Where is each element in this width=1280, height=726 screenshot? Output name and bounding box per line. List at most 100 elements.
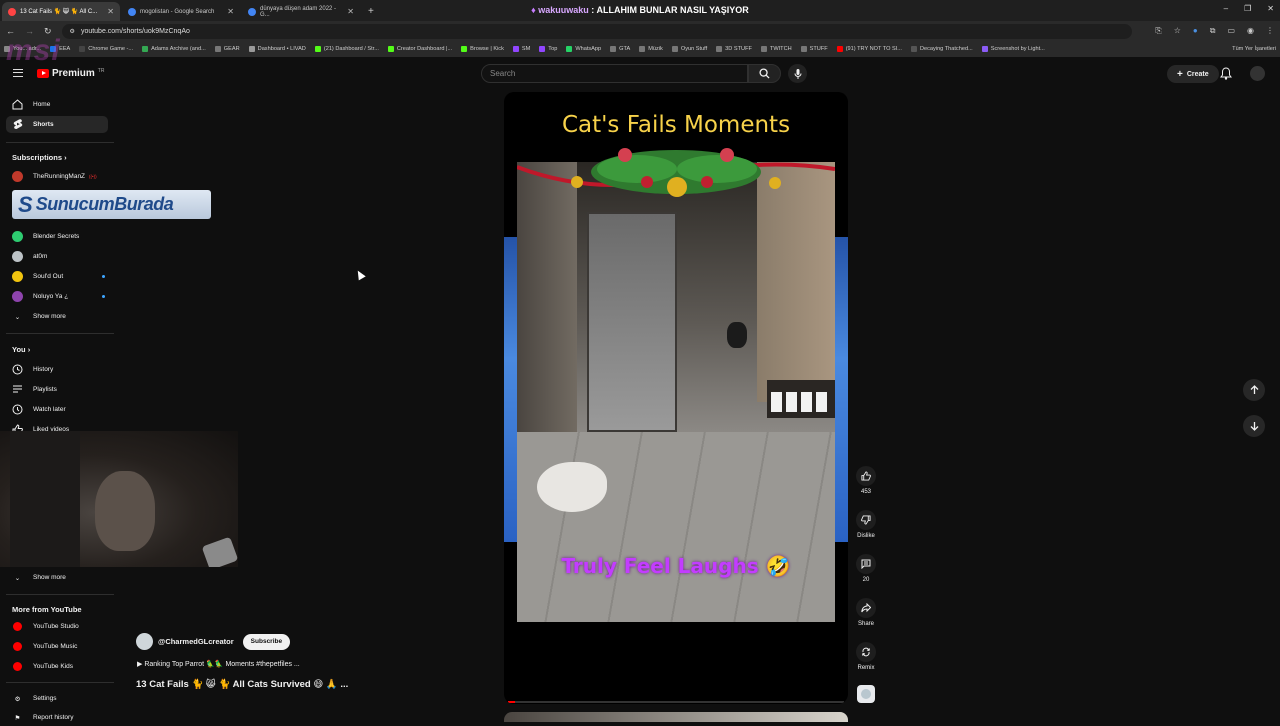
shorts-video-player[interactable]: Cat's Fails Moments Truly Feel Laughs 🤣 — [504, 92, 848, 704]
voice-search-button[interactable] — [788, 64, 807, 83]
sidebar-item-subscription[interactable]: Soul'd Out — [6, 268, 108, 285]
new-tab-button[interactable]: + — [368, 2, 374, 21]
comments-button[interactable] — [856, 554, 876, 574]
channel-avatar[interactable] — [136, 633, 153, 650]
sidebar-item-subscription[interactable]: Noluyo Ya ¿ — [6, 288, 108, 305]
sidebar-item-youtube-kids[interactable]: YouTube Kids — [6, 658, 108, 675]
bookmark-item[interactable]: Oyun Stuff — [671, 46, 707, 52]
like-action[interactable]: 453 — [850, 466, 882, 495]
bookmark-item[interactable]: Browse | Kick — [461, 46, 504, 52]
sidebar-item-youtube-music[interactable]: YouTube Music — [6, 638, 108, 655]
sidebar-show-more[interactable]: ⌄ Show more — [6, 308, 108, 325]
comments-action[interactable]: 20 — [850, 554, 882, 583]
bookmark-item[interactable]: GTA — [610, 46, 630, 52]
search-input[interactable]: Search — [481, 64, 748, 83]
back-icon[interactable]: ← — [6, 26, 15, 36]
next-short-preview[interactable] — [504, 712, 848, 722]
video-progress-bar[interactable] — [508, 701, 844, 703]
all-bookmarks-button[interactable]: Tüm Yer İşaretleri — [1232, 46, 1276, 52]
sidebar-item-playlists[interactable]: Playlists — [6, 381, 108, 398]
dislike-action[interactable]: Dislike — [850, 510, 882, 539]
sidebar-item-report-history[interactable]: ⚑ Report history — [6, 709, 108, 726]
remix-button[interactable] — [856, 642, 876, 662]
url-field[interactable]: ⚙ youtube.com/shorts/uok9MzCnqAo — [61, 23, 1132, 39]
logo-text: Premium — [52, 68, 95, 79]
close-window-button[interactable]: ✕ — [1267, 4, 1274, 13]
sidebar-show-more[interactable]: ⌄ Show more — [6, 569, 108, 586]
menu-icon[interactable]: ⋮ — [1266, 26, 1274, 36]
bookmark-item[interactable]: (91) TRY NOT TO SI... — [836, 46, 902, 52]
maximize-button[interactable]: ❐ — [1244, 4, 1251, 13]
previous-short-button[interactable] — [1243, 379, 1265, 401]
tab-close-icon[interactable]: ✕ — [347, 7, 354, 16]
share-button[interactable] — [856, 598, 876, 618]
tab-close-icon[interactable]: ✕ — [107, 7, 114, 16]
reload-icon[interactable]: ↻ — [44, 26, 52, 37]
chevron-right-icon: › — [64, 153, 67, 162]
bookmark-item[interactable]: Chrome Game -... — [79, 46, 133, 52]
sound-thumbnail-button[interactable] — [857, 685, 875, 703]
bookmark-star-icon[interactable]: ☆ — [1174, 26, 1181, 36]
install-app-icon[interactable]: ⎘ — [1155, 26, 1161, 36]
tab-youtube-short[interactable]: 13 Cat Fails 🐈 😸 🐈 All C... ✕ — [2, 2, 120, 21]
bookmark-item[interactable]: (21) Dashboard / Str... — [314, 46, 379, 52]
extension-icon[interactable]: ● — [1193, 26, 1198, 36]
bookmark-item[interactable]: WhatsApp — [566, 46, 601, 52]
sound-link[interactable]: ▶ Ranking Top Parrot 🦜🦜 Moments #thepetf… — [137, 660, 300, 668]
notifications-bell-icon[interactable] — [1220, 67, 1232, 80]
sidebar-item-label: YouTube Music — [33, 643, 78, 650]
sidebar-item-history[interactable]: History — [6, 361, 108, 378]
site-info-icon[interactable]: ⚙ — [70, 28, 75, 35]
tab-close-icon[interactable]: ✕ — [227, 7, 234, 16]
subscriptions-heading[interactable]: Subscriptions › — [12, 153, 67, 162]
playlists-icon — [12, 384, 23, 395]
dislike-button[interactable] — [856, 510, 876, 530]
sidebar-item-subscription[interactable]: TheRunningManZ ((•)) — [6, 168, 108, 185]
remix-action[interactable]: Remix — [850, 642, 882, 671]
tab-google-search-2[interactable]: dünyaya düşen adam 2022 - G... ✕ — [242, 2, 360, 21]
remix-icon — [862, 647, 870, 657]
sidebar-item-subscription[interactable]: at0m — [6, 248, 108, 265]
forward-icon[interactable]: → — [25, 26, 34, 36]
bookmark-item[interactable]: TWITCH — [760, 46, 792, 52]
sidebar-icon[interactable]: ▭ — [1227, 26, 1235, 36]
bookmark-item[interactable]: You... adr... — [4, 46, 41, 52]
sidebar-item-subscription[interactable]: Blender Secrets — [6, 228, 108, 245]
subscribe-button[interactable]: Subscribe — [242, 633, 291, 650]
search-button[interactable] — [748, 64, 781, 83]
sidebar-item-home[interactable]: Home — [6, 96, 108, 113]
bookmark-item[interactable]: Adams Archive (and... — [142, 46, 206, 52]
bookmark-item[interactable]: Top — [539, 46, 557, 52]
bookmark-item[interactable]: SM — [512, 46, 530, 52]
bookmark-item[interactable]: Dashboard • LIVAD — [248, 46, 306, 52]
bookmark-item[interactable]: EEA — [50, 46, 70, 52]
channel-avatar — [12, 291, 23, 302]
bookmark-item[interactable]: Decaying Thatched... — [910, 46, 973, 52]
sidebar-item-youtube-studio[interactable]: YouTube Studio — [6, 618, 108, 635]
address-bar-row: ← → ↻ ⚙ youtube.com/shorts/uok9MzCnqAo ⎘… — [0, 21, 1280, 41]
browser-tab-bar: 13 Cat Fails 🐈 😸 🐈 All C... ✕ mogolistan… — [0, 0, 1280, 21]
menu-hamburger-icon[interactable] — [13, 69, 23, 77]
share-action[interactable]: Share — [850, 598, 882, 627]
bookmark-item[interactable]: STUFF — [800, 46, 828, 52]
bookmark-item[interactable]: Screenshot by Light... — [981, 46, 1045, 52]
sidebar-item-settings[interactable]: ⚙ Settings — [6, 690, 108, 707]
bookmark-item[interactable]: Müzik — [639, 46, 663, 52]
youtube-premium-logo[interactable]: Premium TR — [37, 68, 104, 79]
account-avatar[interactable] — [1250, 66, 1265, 81]
bookmark-item[interactable]: Creator Dashboard |... — [387, 46, 452, 52]
next-short-button[interactable] — [1243, 415, 1265, 437]
you-heading[interactable]: You › — [12, 345, 30, 354]
short-title[interactable]: 13 Cat Fails 🐈 😸 🐈 All Cats Survived 😄 🙏… — [136, 679, 348, 690]
sidebar-item-shorts[interactable]: Shorts — [6, 116, 108, 133]
bookmark-item[interactable]: 3D STUFF — [716, 46, 752, 52]
minimize-button[interactable]: – — [1224, 4, 1228, 13]
tab-google-search[interactable]: mogolistan - Google Search ✕ — [122, 2, 240, 21]
puzzle-icon[interactable]: ⧉ — [1210, 26, 1216, 36]
create-button[interactable]: + Create — [1167, 65, 1219, 83]
bookmark-item[interactable]: GEAR — [214, 46, 240, 52]
like-button[interactable] — [856, 466, 876, 486]
profile-icon[interactable]: ◉ — [1247, 26, 1254, 36]
sidebar-item-watch-later[interactable]: Watch later — [6, 401, 108, 418]
channel-name[interactable]: @CharmedGLcreator — [158, 637, 234, 646]
